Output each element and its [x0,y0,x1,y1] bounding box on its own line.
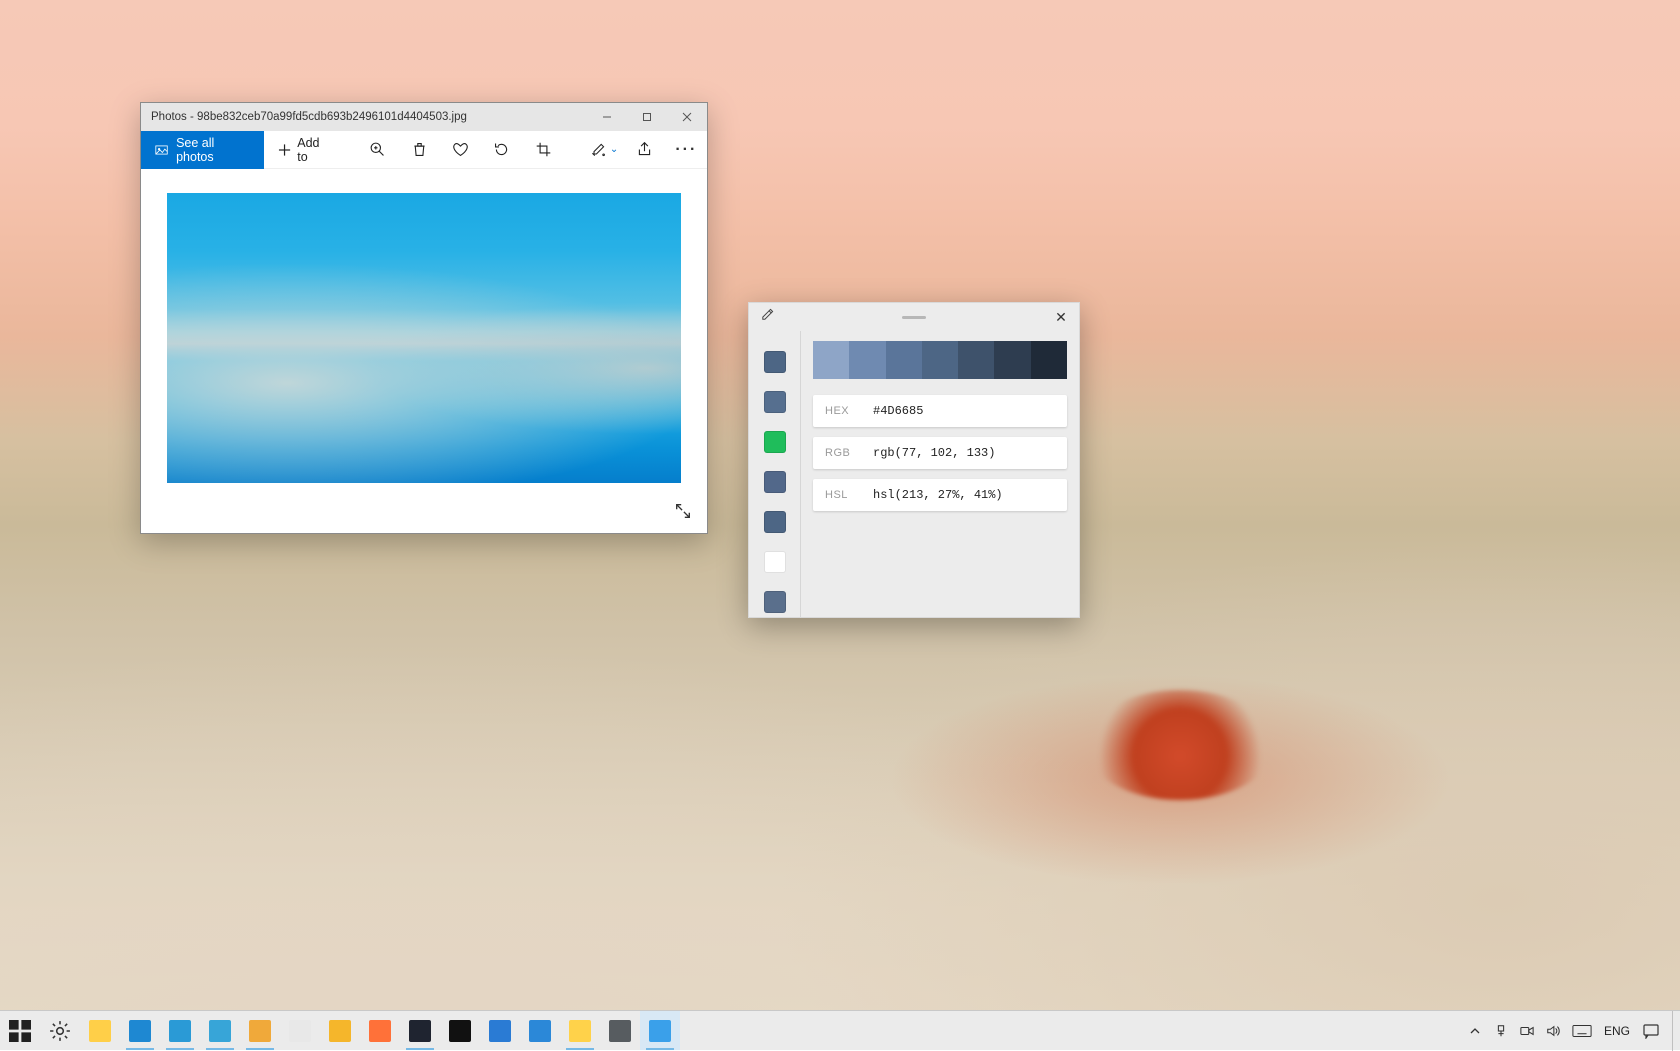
history-swatch[interactable] [764,511,786,533]
rgb-label: RGB [825,447,873,459]
color-picker-titlebar[interactable]: ✕ [749,303,1079,331]
taskbar-file-explorer[interactable] [80,1011,120,1050]
shade-cell[interactable] [1031,341,1067,379]
chrome-icon [289,1020,311,1042]
powershell-icon [409,1020,431,1042]
taskbar-edge-canary[interactable] [240,1011,280,1050]
eyedropper-button[interactable] [757,308,777,327]
see-all-photos-button[interactable]: See all photos [141,131,264,169]
share-button[interactable] [624,131,665,169]
photos-window: Photos - 98be832ceb70a99fd5cdb693b249610… [140,102,708,534]
show-desktop-button[interactable] [1672,1011,1678,1051]
chevron-down-icon: ⌄ [610,144,618,155]
edge-canary-icon [249,1020,271,1042]
shade-cell[interactable] [958,341,994,379]
system-tray: ENG [1462,1011,1680,1050]
photos-canvas [141,169,707,533]
taskbar-camera[interactable] [600,1011,640,1050]
ellipsis-icon: ··· [675,141,697,159]
photos-title: Photos - 98be832ceb70a99fd5cdb693b249610… [151,111,467,123]
camera-icon [609,1020,631,1042]
taskbar-powertoys[interactable] [560,1011,600,1050]
hex-value: #4D6685 [873,404,923,418]
tray-chevron-icon[interactable] [1462,1011,1488,1051]
taskbar-powershell[interactable] [400,1011,440,1050]
tray-language[interactable]: ENG [1598,1024,1636,1038]
close-button[interactable] [667,103,707,131]
taskbar-edge[interactable] [120,1011,160,1050]
hex-row[interactable]: HEX #4D6685 [813,395,1067,427]
photo-image[interactable] [167,193,681,483]
tray-keyboard-icon[interactable] [1566,1011,1598,1051]
cmd-icon [449,1020,471,1042]
history-swatch[interactable] [764,391,786,413]
history-swatch[interactable] [764,471,786,493]
taskbar-cmd[interactable] [440,1011,480,1050]
add-to-button[interactable]: Add to [264,136,345,164]
taskbar-edge-beta[interactable] [160,1011,200,1050]
photos-tile-icon [489,1020,511,1042]
rotate-button[interactable] [481,131,522,169]
wallpaper-bush [1085,690,1275,800]
see-all-label: See all photos [176,136,250,164]
color-picker-window: ✕ HEX #4D6685 RGB rgb(77, 102, 133) HSL … [748,302,1080,618]
taskbar-start[interactable] [0,1011,40,1050]
powertoys-icon [569,1020,591,1042]
tray-usb-icon[interactable] [1488,1011,1514,1051]
action-center-icon[interactable] [1636,1011,1666,1051]
taskbar-mail[interactable] [520,1011,560,1050]
shade-cell[interactable] [922,341,958,379]
maximize-button[interactable] [627,103,667,131]
tray-meet-now-icon[interactable] [1514,1011,1540,1051]
edit-create-dropdown[interactable]: ⌄ [584,142,624,158]
taskbar-settings[interactable] [40,1011,80,1050]
history-swatch[interactable] [764,551,786,573]
history-swatch[interactable] [764,591,786,613]
picker-close-button[interactable]: ✕ [1051,309,1071,326]
shade-cell[interactable] [994,341,1030,379]
fullscreen-button[interactable] [669,497,697,525]
minimize-button[interactable] [587,103,627,131]
chrome-canary-icon [329,1020,351,1042]
edge-icon [129,1020,151,1042]
history-swatch[interactable] [764,351,786,373]
taskbar-chrome[interactable] [280,1011,320,1050]
firefox-icon [369,1020,391,1042]
edge-dev-icon [209,1020,231,1042]
edge-beta-icon [169,1020,191,1042]
hsl-row[interactable]: HSL hsl(213, 27%, 41%) [813,479,1067,511]
taskbar-color-picker[interactable] [640,1011,680,1050]
taskbar-photos-tile[interactable] [480,1011,520,1050]
photos-titlebar[interactable]: Photos - 98be832ceb70a99fd5cdb693b249610… [141,103,707,131]
shade-cell[interactable] [886,341,922,379]
hsl-label: HSL [825,489,873,501]
hex-label: HEX [825,405,873,417]
zoom-button[interactable] [357,131,398,169]
taskbar: ENG [0,1010,1680,1050]
crop-button[interactable] [522,131,563,169]
taskbar-chrome-canary[interactable] [320,1011,360,1050]
photos-toolbar: See all photos Add to ⌄ [141,131,707,169]
shade-strip[interactable] [813,341,1067,379]
tray-volume-icon[interactable] [1540,1011,1566,1051]
history-swatch[interactable] [764,431,786,453]
shade-cell[interactable] [813,341,849,379]
delete-button[interactable] [398,131,439,169]
rgb-value: rgb(77, 102, 133) [873,446,995,460]
taskbar-firefox[interactable] [360,1011,400,1050]
more-button[interactable]: ··· [666,131,707,169]
rgb-row[interactable]: RGB rgb(77, 102, 133) [813,437,1067,469]
taskbar-edge-dev[interactable] [200,1011,240,1050]
file-explorer-icon [89,1020,111,1042]
favorite-button[interactable] [440,131,481,169]
hsl-value: hsl(213, 27%, 41%) [873,488,1003,502]
shade-cell[interactable] [849,341,885,379]
color-picker-icon [649,1020,671,1042]
mail-icon [529,1020,551,1042]
color-history [749,331,801,617]
add-to-label: Add to [297,136,331,164]
drag-handle-icon[interactable] [777,316,1051,319]
